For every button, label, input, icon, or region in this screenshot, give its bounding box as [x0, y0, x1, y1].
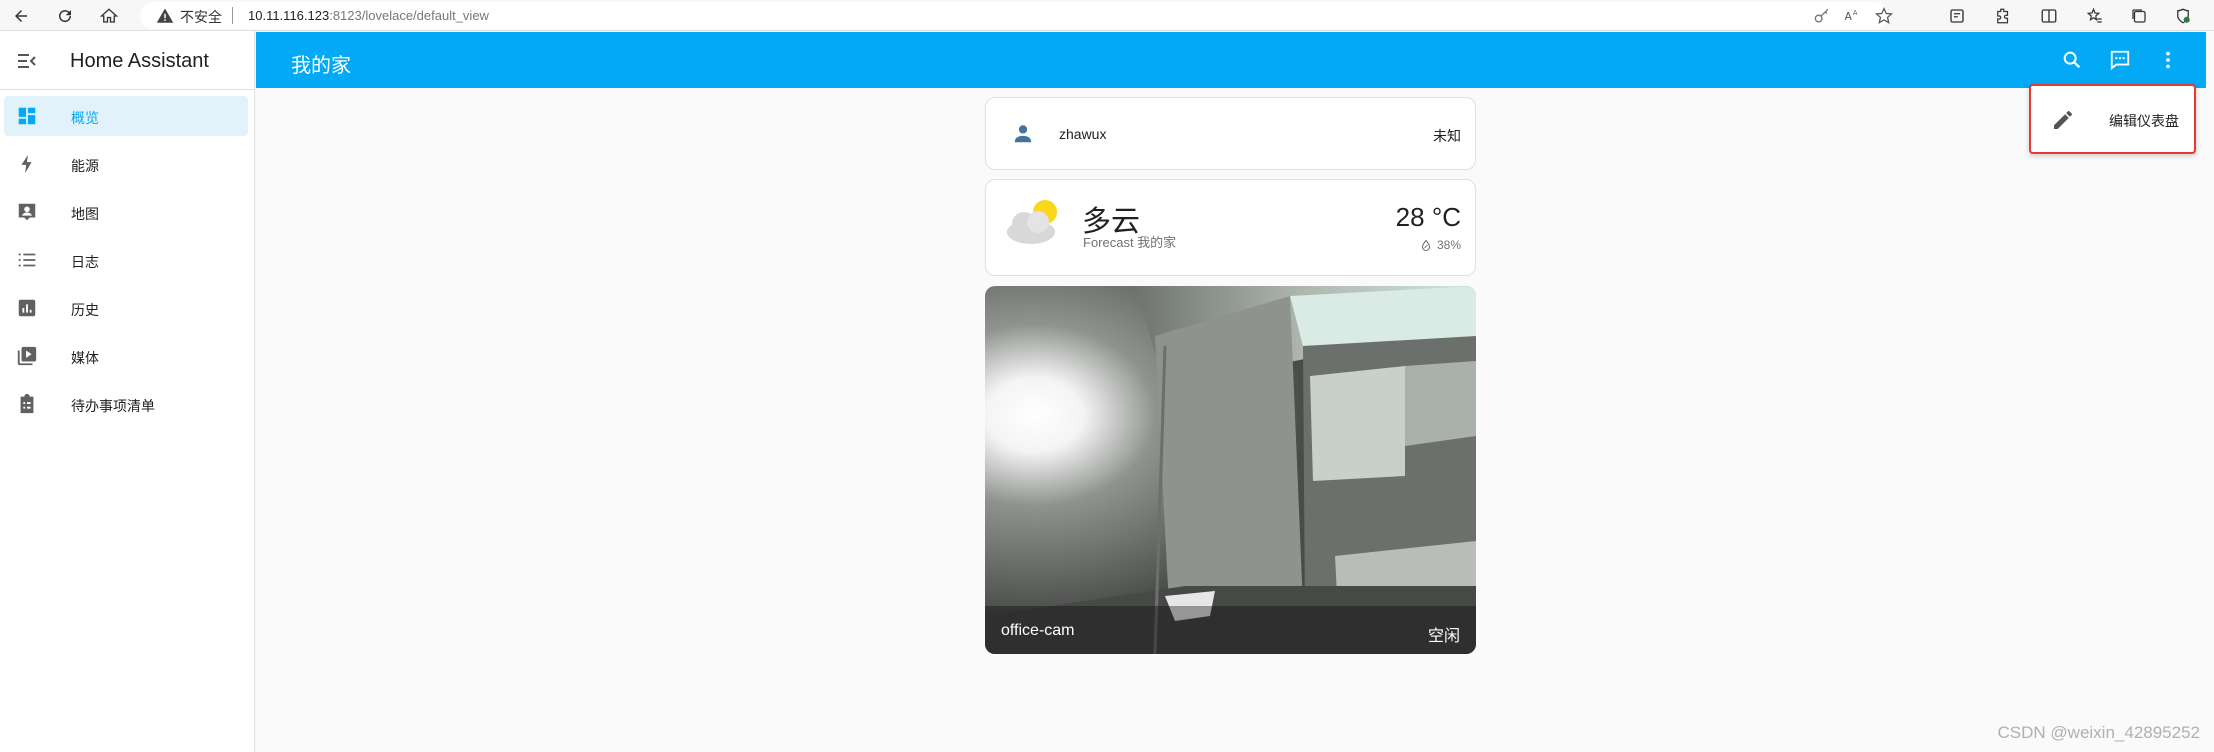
insecure-label: 不安全: [180, 9, 222, 25]
overflow-menu-button[interactable]: [2154, 46, 2182, 74]
list-icon: [18, 253, 36, 267]
page-title: 我的家: [291, 55, 351, 77]
sidebar-item-label: 媒体: [71, 350, 99, 366]
sidebar-item-label: 日志: [71, 254, 99, 270]
sidebar-item-history[interactable]: 历史: [4, 288, 248, 328]
sidebar-item-logbook[interactable]: 日志: [4, 240, 248, 280]
browser-toolbar: 不安全 10.11.116.123:8123/lovelace/default_…: [0, 0, 2214, 31]
sidebar-item-label: 概览: [71, 110, 99, 126]
sidebar-item-label: 能源: [71, 158, 99, 174]
weather-temperature: 28 °C: [1395, 202, 1461, 232]
back-arrow-icon[interactable]: [8, 3, 34, 29]
camera-name: office-cam: [1001, 622, 1075, 639]
tab-collections-icon[interactable]: [2126, 3, 2152, 29]
collections-icon[interactable]: [1944, 3, 1970, 29]
play-box-icon: [17, 346, 37, 366]
read-aloud-icon[interactable]: AA: [1842, 6, 1862, 26]
person-state: 未知: [1433, 128, 1461, 144]
key-icon[interactable]: [1812, 6, 1832, 26]
lightning-icon: [21, 154, 32, 174]
app-header: 我的家: [256, 32, 2206, 88]
sidebar-item-map[interactable]: 地图: [4, 192, 248, 232]
account-box-icon: [18, 203, 36, 221]
sidebar: Home Assistant 概览 能源 地图 日志 历史 媒体 待办事项清单: [0, 31, 255, 752]
camera-snapshot: [985, 286, 1476, 654]
edit-dashboard-menu-item[interactable]: 编辑仪表盘: [2031, 86, 2194, 152]
person-card[interactable]: zhawux 未知: [985, 97, 1476, 170]
sidebar-item-label: 待办事项清单: [71, 398, 155, 414]
clipboard-list-icon: [20, 393, 34, 414]
favorites-icon[interactable]: [2082, 3, 2108, 29]
home-icon[interactable]: [96, 3, 122, 29]
dots-vertical-icon: [2166, 51, 2170, 69]
sidebar-item-label: 历史: [71, 302, 99, 318]
comment-processing-icon: [2110, 50, 2130, 71]
assist-button[interactable]: [2106, 46, 2134, 74]
address-bar[interactable]: 不安全 10.11.116.123:8123/lovelace/default_…: [140, 2, 1894, 29]
watermark: CSDN @weixin_42895252: [1997, 723, 2200, 742]
warning-icon[interactable]: [156, 7, 174, 25]
dashboard-icon: [18, 107, 36, 125]
address-divider: [232, 7, 233, 24]
humidity-value: 38%: [1436, 238, 1461, 252]
svg-text:A: A: [1845, 10, 1853, 23]
search-icon: [2063, 51, 2081, 69]
url-path: :8123/lovelace/default_view: [329, 8, 489, 23]
refresh-icon[interactable]: [52, 3, 78, 29]
person-icon: [1014, 125, 1032, 143]
partly-cloudy-icon: [1007, 200, 1057, 244]
person-name: zhawux: [1059, 126, 1107, 142]
overflow-menu: 编辑仪表盘: [2029, 84, 2196, 154]
svg-text:A: A: [1853, 9, 1858, 17]
url-text[interactable]: 10.11.116.123:8123/lovelace/default_view: [248, 8, 489, 23]
sidebar-item-media[interactable]: 媒体: [4, 336, 248, 376]
camera-state: 空闲: [1427, 628, 1460, 645]
extensions-icon[interactable]: [1990, 3, 2016, 29]
browser-essentials-icon[interactable]: [2170, 3, 2196, 29]
menu-collapse-icon[interactable]: [14, 49, 38, 73]
weather-subtitle: Forecast 我的家: [1083, 235, 1177, 250]
camera-card[interactable]: office-cam 空闲: [985, 286, 1476, 654]
edit-dashboard-label: 编辑仪表盘: [2109, 113, 2179, 129]
search-button[interactable]: [2058, 46, 2086, 74]
url-host: 10.11.116.123: [248, 8, 330, 23]
split-screen-icon[interactable]: [2036, 3, 2062, 29]
sidebar-title: Home Assistant: [70, 50, 209, 72]
sidebar-item-todo[interactable]: 待办事项清单: [4, 384, 248, 424]
camera-caption-bar: office-cam 空闲: [985, 606, 1476, 654]
pencil-icon: [2054, 111, 2072, 129]
sidebar-item-overview[interactable]: 概览: [4, 96, 248, 136]
weather-humidity: 38%: [1420, 238, 1461, 252]
water-percent-icon: [1421, 239, 1431, 251]
sidebar-item-energy[interactable]: 能源: [4, 144, 248, 184]
weather-card[interactable]: 多云 Forecast 我的家 28 °C 38%: [985, 179, 1476, 276]
sidebar-header: Home Assistant: [0, 31, 255, 90]
chart-box-icon: [18, 299, 36, 317]
sidebar-item-label: 地图: [71, 206, 99, 222]
favorite-star-icon[interactable]: [1874, 6, 1894, 26]
